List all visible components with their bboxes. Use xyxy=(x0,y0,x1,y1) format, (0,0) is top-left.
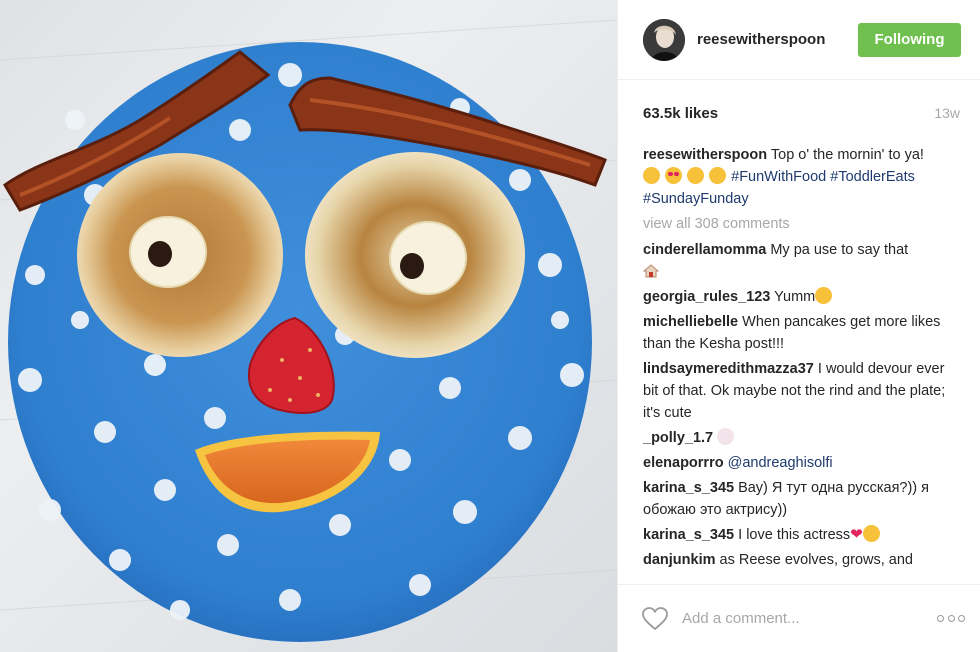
view-all-comments-link[interactable]: view all 308 comments xyxy=(643,213,962,235)
comment-username[interactable]: karina_s_345 xyxy=(643,480,734,496)
smiling-face-icon xyxy=(815,287,833,304)
comment-bar xyxy=(618,584,980,652)
heart-eyes-face-icon xyxy=(665,167,683,184)
comment-text: I love this actress xyxy=(738,527,851,543)
hashtag-toddlereats[interactable]: #ToddlerEats xyxy=(830,169,915,185)
comment-username[interactable]: michelliebelle xyxy=(643,314,738,330)
hashtag-funwithfood[interactable]: #FunWithFood xyxy=(731,169,826,185)
comment-text: My pa use to say that xyxy=(770,242,909,258)
comment-item: michelliebelle When pancakes get more li… xyxy=(643,311,962,355)
grinning-face-icon xyxy=(709,167,727,184)
dot-icon xyxy=(937,615,944,622)
comment-username[interactable]: elenaporrro xyxy=(643,455,724,471)
comment-username[interactable]: georgia_rules_123 xyxy=(643,289,770,305)
comment-username[interactable]: karina_s_345 xyxy=(643,527,734,543)
avatar-portrait-icon xyxy=(643,18,685,61)
instagram-post: reesewitherspoon Following 63.5k likes 1… xyxy=(0,0,980,652)
house-icon xyxy=(642,263,660,278)
relieved-face-icon xyxy=(862,525,880,542)
lollipop-icon xyxy=(717,428,735,445)
food-face-plate-image xyxy=(0,19,617,642)
comment-username[interactable]: lindsaymeredithmazza37 xyxy=(643,361,814,377)
post-photo[interactable] xyxy=(0,0,617,652)
following-button[interactable]: Following xyxy=(858,22,961,57)
header-username[interactable]: reesewitherspoon xyxy=(697,31,858,48)
add-comment-input[interactable] xyxy=(682,610,937,627)
post-sidebar: reesewitherspoon Following 63.5k likes 1… xyxy=(617,0,980,652)
comment-text: Yumm xyxy=(774,289,816,305)
post-meta: 63.5k likes 13w xyxy=(643,103,960,123)
comment-item: karina_s_345 Вау) Я тут одна русская?)) … xyxy=(643,477,962,521)
smiling-face-icon xyxy=(687,167,705,184)
comment-text: as Reese evolves, grows, and xyxy=(719,552,913,568)
comments-list: reesewitherspoon Top o' the mornin' to y… xyxy=(642,144,962,574)
red-heart-icon: ❤ xyxy=(850,526,863,543)
comment-item: elenaporrro @andreaghisolfi xyxy=(643,452,962,474)
left-chocolate-chip xyxy=(148,241,172,267)
heart-like-icon[interactable] xyxy=(642,606,668,631)
dot-icon xyxy=(947,615,955,622)
profile-avatar[interactable] xyxy=(643,18,685,61)
post-time[interactable]: 13w xyxy=(934,105,960,121)
grinning-face-icon xyxy=(643,167,660,184)
mention-link[interactable]: @andreaghisolfi xyxy=(728,455,833,471)
right-banana-slice xyxy=(389,221,467,295)
comment-item: karina_s_345 I love this actress❤ xyxy=(643,524,962,546)
comment-username[interactable]: cinderellamomma xyxy=(643,242,766,258)
likes-count[interactable]: 63.5k likes xyxy=(643,105,718,122)
comment-username[interactable]: _polly_1.7 xyxy=(643,430,713,446)
dot-icon xyxy=(958,615,965,622)
comment-item: cinderellamomma My pa use to say that xyxy=(642,239,962,283)
caption-text: Top o' the mornin' to ya! xyxy=(770,147,924,163)
comment-item: lindsaymeredithmazza37 I would devour ev… xyxy=(643,358,962,424)
right-chocolate-chip xyxy=(400,253,424,279)
caption: reesewitherspoon Top o' the mornin' to y… xyxy=(643,144,962,210)
comment-item: danjunkim as Reese evolves, grows, and xyxy=(643,549,962,571)
comment-item: _polly_1.7 xyxy=(643,427,962,449)
hashtag-sundayfunday[interactable]: #SundayFunday xyxy=(643,191,749,207)
comment-item: georgia_rules_123 Yumm xyxy=(643,286,962,308)
caption-username[interactable]: reesewitherspoon xyxy=(643,147,767,163)
comment-username[interactable]: danjunkim xyxy=(643,552,716,568)
more-options-button[interactable] xyxy=(937,614,965,624)
post-header: reesewitherspoon Following xyxy=(618,0,980,80)
